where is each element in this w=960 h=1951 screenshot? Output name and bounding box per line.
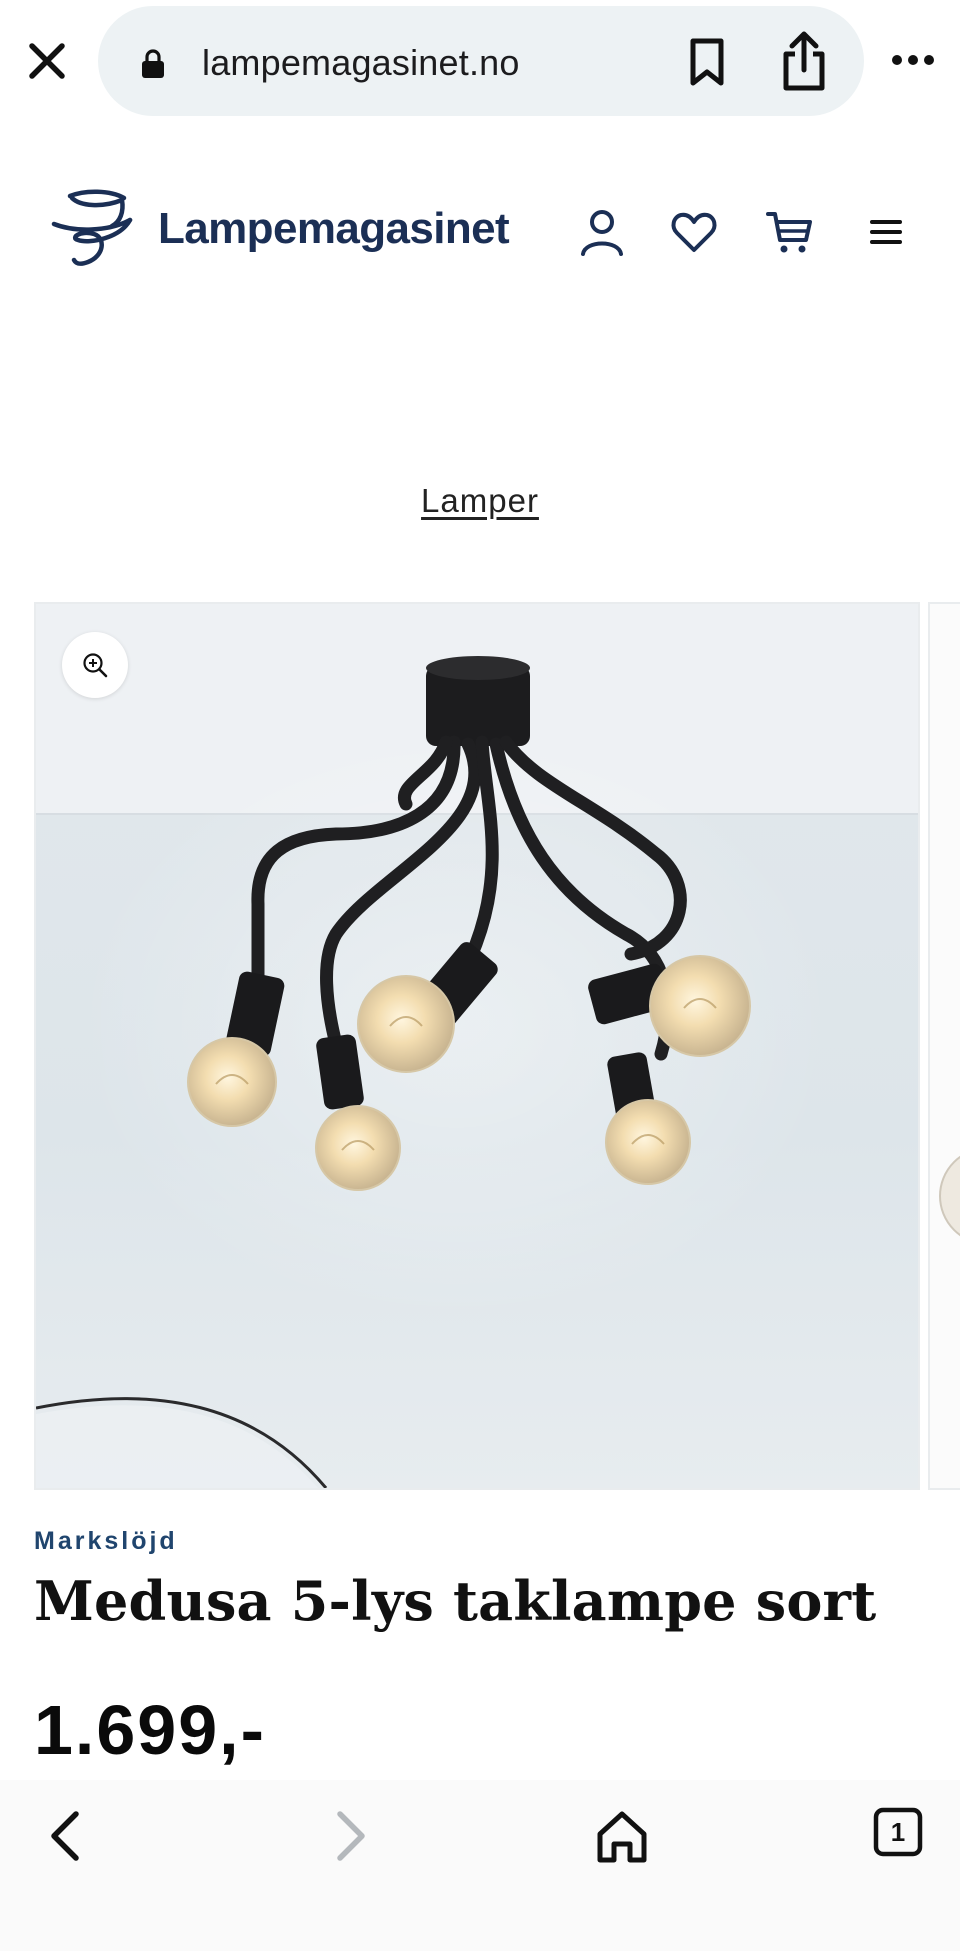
- wishlist-button[interactable]: [668, 206, 720, 258]
- product-title: Medusa 5-lys taklampe sort: [34, 1569, 877, 1633]
- bookmark-icon: [690, 38, 724, 86]
- product-photo: [36, 604, 918, 1488]
- next-product-image[interactable]: [928, 602, 960, 1490]
- hamburger-icon: [870, 220, 902, 244]
- user-icon: [581, 210, 623, 256]
- home-icon: [597, 1811, 647, 1863]
- product-brand[interactable]: Markslöjd: [34, 1527, 178, 1556]
- account-button[interactable]: [576, 206, 628, 258]
- browser-toolbar: lampemagasinet.no: [0, 0, 960, 118]
- tabs-count: 1: [890, 1817, 906, 1847]
- url-text: lampemagasinet.no: [202, 42, 520, 83]
- home-button[interactable]: [592, 1806, 652, 1866]
- site-header: Lampemagasinet: [0, 118, 960, 298]
- chevron-right-icon: [337, 1811, 365, 1861]
- menu-button[interactable]: [860, 206, 912, 258]
- more-icon: [892, 55, 934, 65]
- share-icon: [783, 31, 825, 91]
- chevron-left-icon: [51, 1811, 79, 1861]
- browser-bottom-bar: 1: [0, 1780, 960, 1951]
- lock-icon: [142, 49, 164, 78]
- forward-button[interactable]: [318, 1806, 378, 1866]
- breadcrumb-link-lamper[interactable]: Lamper: [421, 482, 539, 519]
- breadcrumb: Lamper: [0, 482, 960, 520]
- page: lampemagasinet.no Lampemagasinet Lamper …: [0, 0, 960, 1951]
- brand-logo[interactable]: [50, 186, 136, 270]
- back-button[interactable]: [38, 1806, 98, 1866]
- more-button[interactable]: [888, 40, 938, 80]
- tabs-button[interactable]: 1: [872, 1806, 932, 1866]
- product-image[interactable]: [34, 602, 920, 1490]
- cart-icon: [766, 212, 812, 253]
- next-image-preview: [939, 1155, 960, 1237]
- zoom-button[interactable]: [62, 632, 128, 698]
- heart-icon: [671, 212, 717, 252]
- zoom-in-icon: [83, 653, 108, 678]
- address-bar[interactable]: lampemagasinet.no: [98, 6, 864, 116]
- close-icon: [29, 43, 65, 79]
- close-button[interactable]: [24, 38, 70, 84]
- product-price: 1.699,-: [34, 1691, 266, 1769]
- share-button[interactable]: [778, 30, 830, 92]
- cart-button[interactable]: [764, 206, 816, 258]
- brand-name[interactable]: Lampemagasinet: [158, 204, 510, 254]
- bookmark-button[interactable]: [683, 36, 731, 88]
